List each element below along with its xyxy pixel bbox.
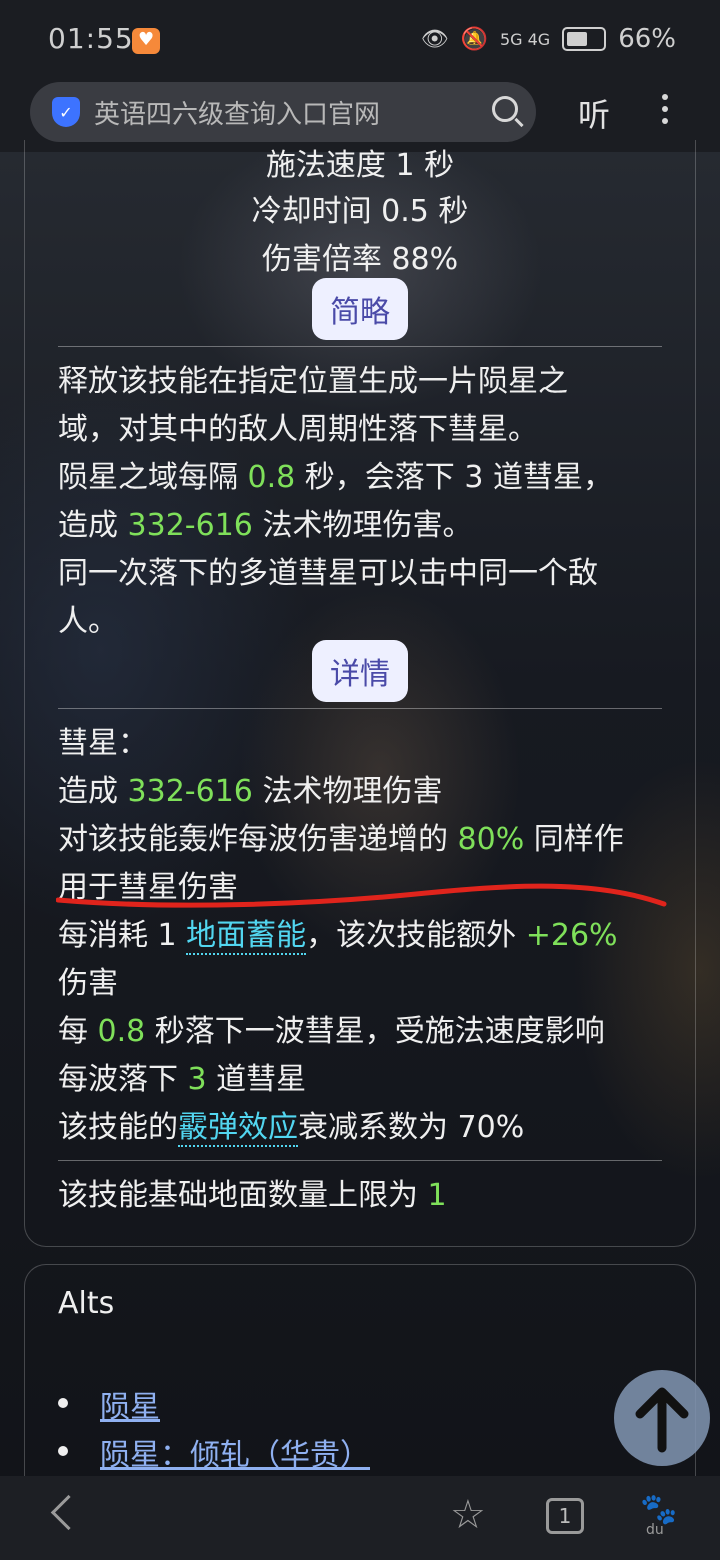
back-icon[interactable] (50, 1494, 87, 1531)
search-input[interactable]: ✓ 英语四六级查询入口官网 (30, 82, 536, 142)
detail-line: 每 0.8 秒落下一波彗星，受施法速度影响 (58, 1014, 605, 1049)
stat-damage-multiplier: 伤害倍率 88% (261, 242, 459, 277)
summary-line: 造成 332-616 法术物理伤害。 (58, 508, 473, 543)
paw-label: du (646, 1522, 664, 1538)
detail-line: 该技能的霰弹效应衰减系数为 70% (58, 1110, 525, 1147)
bullet (58, 1446, 68, 1456)
stat-cast-speed: 施法速度 1 秒 (265, 148, 455, 183)
battery-percent: 66% (618, 24, 676, 54)
alt-link[interactable]: 陨星：倾轧（华贵） (100, 1430, 370, 1474)
divider (58, 346, 662, 347)
summary-line: 陨星之域每隔 0.8 秒，会落下 3 道彗星， (58, 460, 613, 495)
eye-icon: 👁 (420, 26, 449, 52)
divider (58, 708, 662, 709)
listen-button[interactable]: 听 (578, 90, 610, 136)
term-shotgun-effect[interactable]: 霰弹效应 (178, 1110, 298, 1147)
scroll-top-button[interactable] (614, 1370, 710, 1466)
detail-line: 该技能基础地面数量上限为 1 (58, 1178, 447, 1213)
signal-icon: 5G 4G (499, 29, 551, 49)
mute-icon: 🔕 (460, 26, 488, 52)
tabs-icon[interactable]: 1 (546, 1498, 584, 1534)
red-underline-annotation (56, 883, 667, 908)
battery-icon (562, 27, 607, 51)
summary-line: 域，对其中的敌人周期性落下彗星。 (58, 412, 538, 447)
search-query: 英语四六级查询入口官网 (94, 99, 381, 130)
alt-link[interactable]: 陨星 (100, 1382, 160, 1426)
detail-line: 彗星： (58, 726, 148, 761)
divider (58, 1160, 662, 1161)
tab-summary[interactable]: 简略 (312, 278, 408, 340)
shield-icon: ✓ (52, 97, 80, 127)
summary-line: 同一次落下的多道彗星可以击中同一个敌 (58, 556, 598, 591)
alts-title: Alts (58, 1286, 115, 1321)
status-bar: 01:55 👁 🔕 5G 4G 66% (0, 0, 720, 80)
arrow-up-icon (635, 1387, 689, 1453)
summary-line: 释放该技能在指定位置生成一片陨星之 (58, 364, 568, 399)
status-time: 01:55 (48, 22, 134, 55)
summary-line: 人。 (58, 604, 118, 639)
detail-line: 造成 332-616 法术物理伤害 (58, 774, 443, 809)
status-icons: 👁 🔕 5G 4G 66% (421, 24, 676, 54)
detail-line: 每波落下 3 道彗星 (58, 1062, 307, 1097)
detail-line: 伤害 (58, 966, 118, 1001)
detail-line: 对该技能轰炸每波伤害递增的 80% 同样作 (58, 822, 624, 857)
tab-details[interactable]: 详情 (312, 640, 408, 702)
stat-cooldown: 冷却时间 0.5 秒 (251, 194, 469, 229)
bullet (58, 1398, 68, 1408)
star-icon[interactable]: ☆ (450, 1492, 486, 1538)
search-icon[interactable] (492, 96, 518, 122)
detail-line: 每消耗 1 地面蓄能，该次技能额外 +26% (58, 918, 618, 955)
app-notification-icon (132, 28, 160, 54)
bottom-navigation: ☆ 1 🐾 du (0, 1476, 720, 1560)
term-ground-charge[interactable]: 地面蓄能 (186, 918, 307, 955)
more-menu-icon[interactable] (662, 94, 668, 124)
